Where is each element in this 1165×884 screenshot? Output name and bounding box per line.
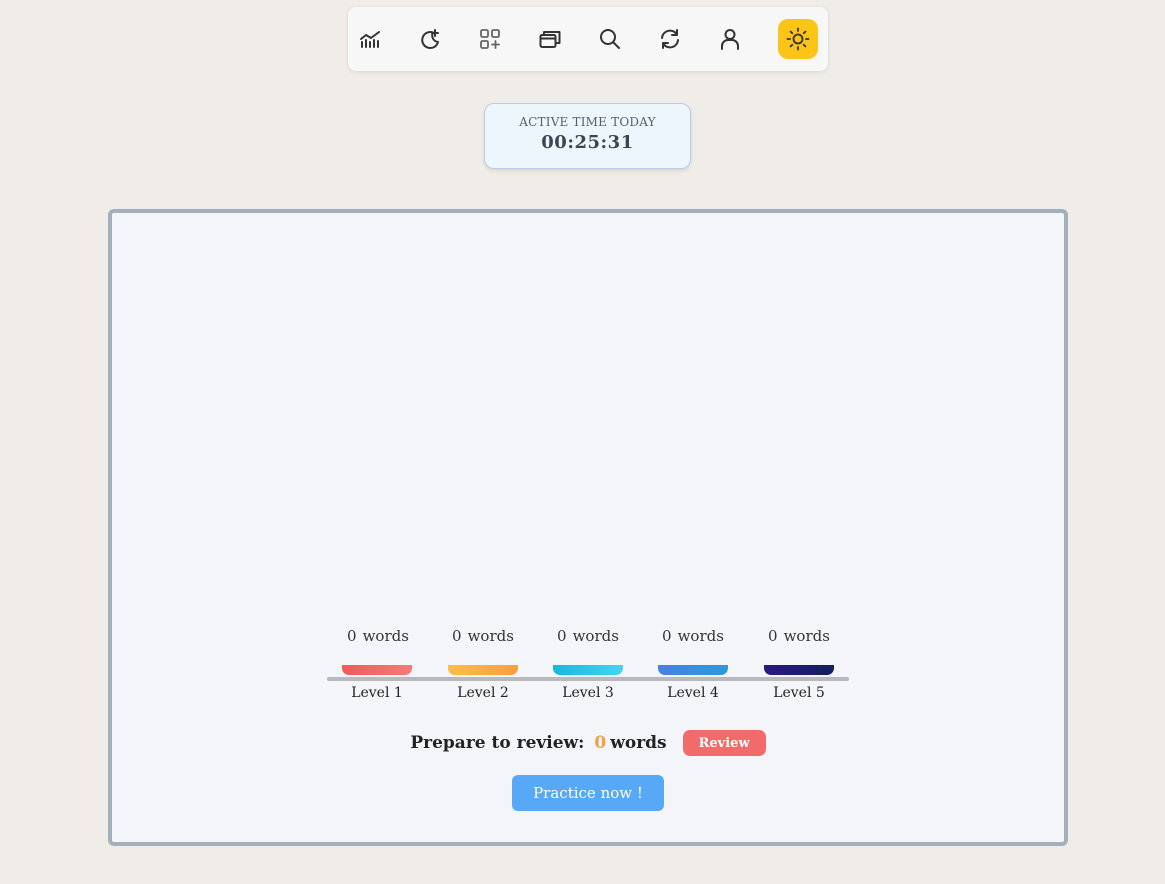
cards-icon (539, 31, 561, 48)
level-5-bar (764, 665, 834, 675)
level-2-word-count: 0 words (452, 627, 514, 645)
level-3-bar (553, 665, 623, 675)
progress-panel: 0 words 0 words 0 words 0 words 0 words Level… (108, 209, 1068, 846)
moon-plus-icon (421, 29, 439, 49)
level-3-word-count: 0 words (557, 627, 619, 645)
search-icon (600, 29, 620, 49)
review-button[interactable]: Review (682, 730, 766, 756)
refresh-icon (661, 29, 679, 49)
grid-add-icon (480, 29, 500, 49)
top-toolbar (348, 7, 828, 71)
level-2-label: Level 2 (457, 685, 509, 701)
level-1-bar (342, 665, 412, 675)
refresh-button[interactable] (650, 19, 690, 59)
practice-now-button[interactable]: Practice now ! (512, 775, 664, 811)
statistics-button[interactable] (350, 19, 390, 59)
level-5-word-count: 0 words (768, 627, 830, 645)
theme-toggle-button[interactable] (778, 19, 818, 59)
review-summary: Prepare to review: 0 words (410, 733, 666, 753)
user-icon (721, 29, 739, 50)
level-3-label: Level 3 (562, 685, 614, 701)
cards-button[interactable] (530, 19, 570, 59)
active-time-card: ACTIVE TIME TODAY 00:25:31 (484, 103, 691, 169)
sun-icon (786, 27, 810, 51)
level-4-bar (658, 665, 728, 675)
statistics-chart-icon (360, 31, 380, 48)
review-count: 0 (594, 733, 607, 753)
night-mode-button[interactable] (410, 19, 450, 59)
level-5-label: Level 5 (773, 685, 825, 701)
review-suffix: words (610, 733, 667, 753)
level-1-word-count: 0 words (347, 627, 409, 645)
add-widget-button[interactable] (470, 19, 510, 59)
level-4-word-count: 0 words (662, 627, 724, 645)
active-time-label: ACTIVE TIME TODAY (519, 115, 656, 129)
levels-baseline (327, 677, 849, 681)
review-row: Prepare to review: 0 words Review (112, 729, 1064, 757)
level-4-label: Level 4 (667, 685, 719, 701)
search-button[interactable] (590, 19, 630, 59)
active-time-value: 00:25:31 (541, 132, 634, 153)
profile-button[interactable] (710, 19, 750, 59)
level-1-label: Level 1 (351, 685, 403, 701)
level-2-bar (448, 665, 518, 675)
review-prefix: Prepare to review: (410, 733, 585, 753)
